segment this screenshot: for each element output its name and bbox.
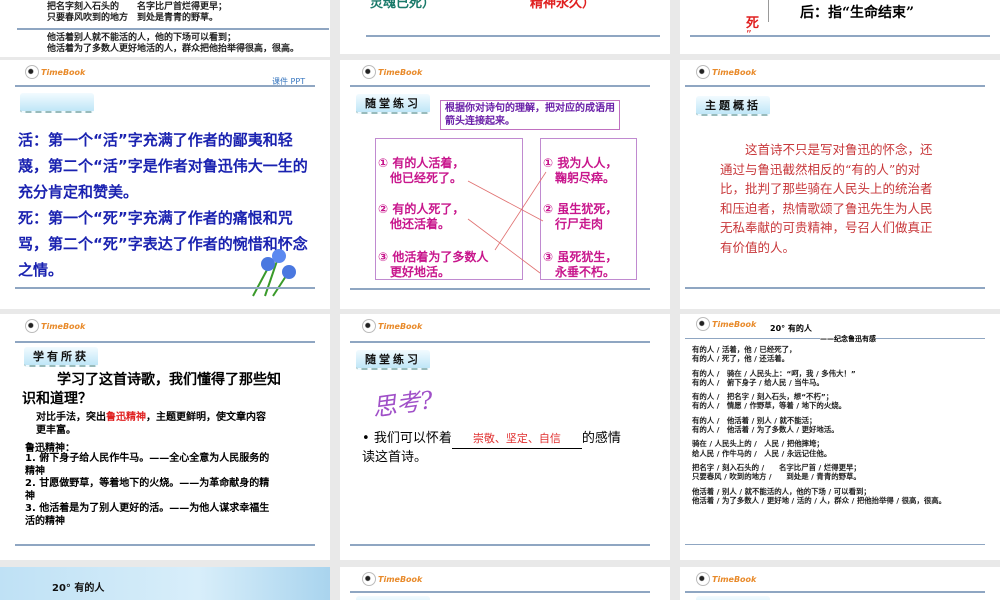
poem-subtitle: ——纪念鲁迅有感 [820,334,876,344]
poem-body: 有的人 / 活着，他 / 已经死了， 有的人 / 死了，他 / 还活着。有的人 /… [692,345,946,505]
section-tab: 学有所获 [24,347,98,367]
timebook-logo: TimeBook [362,319,422,333]
timebook-logo: TimeBook [25,319,85,333]
poem-line: 他活着 / 为了多数人 / 更好地 / 活的 / 人，群众 / 把他抬举得 / … [692,495,947,505]
slide-thumbnail[interactable]: 20° 有的人 [0,567,330,600]
flower-icon [252,249,296,297]
timebook-logo: TimeBook [25,65,85,79]
text: 精神永久） [530,0,596,11]
poem-line: 有的人 / 活着，他 / 已经死了， [692,345,797,354]
poem-line: 有的人 / 俯下身子 / 给人民 / 当牛马。 [692,377,824,387]
poem-line: 有的人 / 骑在 / 人民头上：“呵，我 / 多伟大！” [692,368,856,378]
slide-thumbnail[interactable]: 灵魂已死） 精神永久） [340,0,670,54]
poem-line: 把名字刻入石头的 名字比尸首烂得更早； [47,2,228,12]
slide-thumbnail[interactable]: TimeBook 随堂练习 思考? • 我们可以怀着 崇敬、坚定、自信 的感情读这首… [340,314,670,560]
list: 1. 俯下身子给人民作牛马。——全心全意为人民服务的精神 2. 甘愿做野草，等着… [25,453,275,528]
poem-line: 他活着 / 别人 / 就不能活的人，他的下场 / 可以看到； [692,486,871,496]
slide-thumbnail[interactable]: 死 ” 后：指“生命结束” [680,0,1000,54]
text: 灵魂已死） [370,0,436,11]
slide-thumbnail[interactable]: TimeBook 随堂练习 根据你对诗句的理解，把对应的成语用箭头连接起来。 ①… [340,60,670,309]
poem-line: 有的人 / 他活着 / 别人 / 就不能活； [692,415,817,425]
theme-paragraph: 这首诗不只是写对鲁迅的怀念，还通过与鲁迅截然相反的“有的人”的对比，批判了那些骑… [720,142,933,255]
slide-thumbnail[interactable]: TimeBook 主题概括 这首诗不只是写对鲁迅的怀念，还通过与鲁迅截然相反的“… [680,60,1000,309]
label: 鲁迅精神： [25,443,75,454]
poem-line: 把名字 / 刻入石头的 / 名字比尸首 / 烂得更早； [692,462,861,472]
slide-thumbnail[interactable]: TimeBook 课件 PPT 活：第一个“活”字充满了作者的鄙夷和轻蔑，第二个… [0,60,330,309]
poem-line: 只要春风吹到的地方 到处是青青的野草。 [47,13,219,23]
timebook-logo: TimeBook [696,572,756,586]
section-tab [356,596,430,600]
question: 学习了这首诗歌，我们懂得了那些知识和道理？ [22,372,281,407]
slide-thumbnail[interactable]: TimeBook [680,567,1000,600]
contrast-text: 对比手法，突出鲁迅精神，主题更鲜明，使文章内容更丰富。 [36,412,266,436]
paragraph: 活：第一个“活”字充满了作者的鄙夷和轻蔑，第二个“活”字是作者对鲁迅伟大一生的充… [18,131,308,201]
list-item: 3. 他活着是为了别人更好的活。——为他人谋求幸福生活的精神 [25,503,270,527]
timebook-logo: TimeBook [696,65,756,79]
poem-line: 有的人 / 情愿 / 作野草，等着 / 地下的火烧。 [692,401,846,411]
answer: 崇敬、坚定、自信 [451,430,582,449]
poem-line: 给人民 / 作牛马的 / 人民 / 永远记住他。 [692,448,832,458]
poem-line: 有的人 / 把名字 / 刻入石头，想“不朽”； [692,392,834,402]
timebook-logo: TimeBook [696,317,756,331]
poem-title: 20° 有的人 [770,324,812,333]
slide-thumbnail[interactable]: TimeBook 20° 有的人 ——纪念鲁迅有感 有的人 / 活着，他 / 已… [680,314,1000,560]
section-tab: 随堂练习 [356,350,430,370]
section-tab: 主题概括 [696,96,770,116]
poem-title: 20° 有的人 [52,583,105,594]
list-item: 1. 俯下身子给人民作牛马。——全心全意为人民服务的精神 [25,453,270,477]
section-tab [696,596,770,600]
list-item: 2. 甘愿做野草，等着地下的火烧。——为革命献身的精神 [25,478,270,502]
poem-line: 有的人 / 死了，他 / 还活着。 [692,354,789,364]
slide-thumbnail[interactable]: 把名字刻入石头的 名字比尸首烂得更早； 只要春风吹到的地方 到处是青青的野草。 … [0,0,330,57]
timebook-logo: TimeBook [362,572,422,586]
poem-line: 骑在 / 人民头上的 / 人民 / 把他摔垮； [692,439,824,449]
slide-thumbnail[interactable]: TimeBook [340,567,670,600]
section-tab [20,93,94,113]
poem-line: 只要春风 / 吹到的地方 / 到处是 / 青青的野草。 [692,472,861,482]
think-heading: 思考? [370,385,435,423]
poem-line: 他活着别人就不能活的人，他的下场可以看到； [47,33,237,43]
poem-line: 他活着为了多数人更好地活的人，群众把他抬举得很高，很高。 [47,44,300,54]
connection-arrows [467,171,547,274]
fill-blank-sentence: • 我们可以怀着 崇敬、坚定、自信 的感情读这首诗。 [362,430,621,465]
text: 后：指“生命结束” [800,5,915,21]
slide-thumbnail[interactable]: TimeBook 学有所获 学习了这首诗歌，我们懂得了那些知识和道理？ 对比手法… [0,314,330,560]
poem-line: 有的人 / 他活着 / 为了多数人 / 更好地活。 [692,425,839,435]
